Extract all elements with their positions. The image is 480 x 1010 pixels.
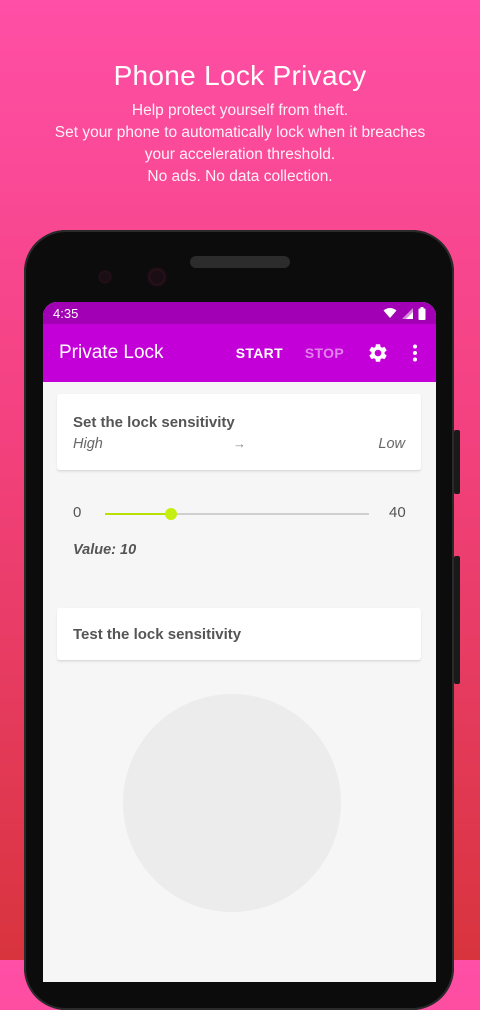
speaker-grille bbox=[190, 256, 290, 268]
volume-button bbox=[454, 430, 460, 494]
app-title: Private Lock bbox=[59, 342, 164, 363]
sensitivity-slider[interactable] bbox=[105, 508, 369, 520]
signal-icon bbox=[402, 307, 413, 319]
slider-fill bbox=[105, 513, 171, 515]
stop-button[interactable]: STOP bbox=[305, 345, 344, 361]
start-button[interactable]: START bbox=[236, 345, 283, 361]
status-icons bbox=[383, 306, 426, 320]
power-button bbox=[454, 556, 460, 684]
promo-title: Phone Lock Privacy bbox=[113, 60, 367, 91]
app-bar: Private Lock START STOP bbox=[43, 324, 436, 382]
battery-icon bbox=[418, 306, 426, 320]
camera-icon bbox=[150, 270, 164, 284]
phone-screen: 4:35 Private Lock START STOP Set the loc… bbox=[43, 302, 436, 982]
value-label: Value: 10 bbox=[73, 542, 137, 558]
promo-line: No ads. No data collection. bbox=[147, 168, 333, 185]
low-label: Low bbox=[378, 436, 405, 452]
more-vert-icon[interactable] bbox=[410, 341, 420, 365]
slider-max-label: 40 bbox=[389, 504, 406, 521]
status-time: 4:35 bbox=[53, 305, 79, 321]
test-circle[interactable] bbox=[123, 694, 341, 912]
wifi-icon bbox=[383, 308, 397, 318]
promo-subtitle: Help protect yourself from theft. Set yo… bbox=[20, 100, 460, 188]
test-title: Test the lock sensitivity bbox=[73, 626, 242, 643]
promo-line: your acceleration threshold. bbox=[144, 146, 336, 163]
arrow-right-icon: → bbox=[233, 436, 246, 451]
slider-thumb[interactable] bbox=[165, 508, 177, 520]
status-bar: 4:35 bbox=[43, 302, 436, 324]
gear-icon[interactable] bbox=[366, 341, 390, 365]
promo-line: Help protect yourself from theft. bbox=[131, 102, 349, 119]
test-card: Test the lock sensitivity bbox=[57, 608, 421, 661]
sensitivity-card: Set the lock sensitivity High → Low bbox=[57, 394, 421, 471]
sensitivity-title: Set the lock sensitivity bbox=[73, 414, 235, 431]
sensor-icon bbox=[100, 272, 110, 282]
high-label: High bbox=[73, 436, 103, 452]
promo-line: Set your phone to automatically lock whe… bbox=[54, 124, 426, 141]
slider-min-label: 0 bbox=[73, 504, 82, 521]
